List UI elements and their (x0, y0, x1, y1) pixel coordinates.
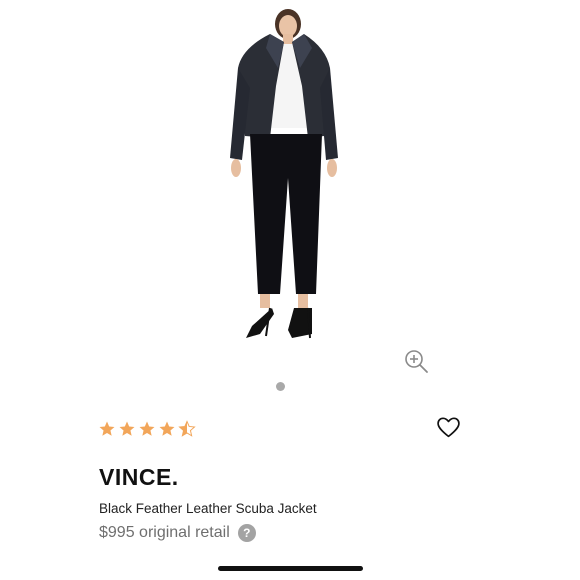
product-image[interactable] (200, 8, 370, 350)
home-indicator (218, 566, 363, 571)
heart-outline-icon[interactable] (436, 415, 461, 440)
question-mark-icon[interactable]: ? (237, 524, 256, 542)
star-full-icon (119, 421, 135, 436)
price-row: $995 original retail ? (99, 522, 256, 544)
image-pagination (0, 380, 580, 392)
star-rating (98, 419, 198, 439)
star-full-icon (159, 421, 175, 436)
star-full-icon (99, 421, 115, 436)
zoom-in-icon[interactable] (403, 348, 429, 374)
star-half-icon (178, 420, 196, 437)
pagination-dot-active[interactable] (275, 381, 285, 391)
brand-name[interactable]: VINCE. (99, 464, 179, 491)
product-title: Black Feather Leather Scuba Jacket (99, 501, 317, 516)
original-retail-price: $995 original retail (99, 524, 230, 541)
product-detail-screen: VINCE. Black Feather Leather Scuba Jacke… (0, 0, 580, 580)
star-full-icon (139, 421, 155, 436)
